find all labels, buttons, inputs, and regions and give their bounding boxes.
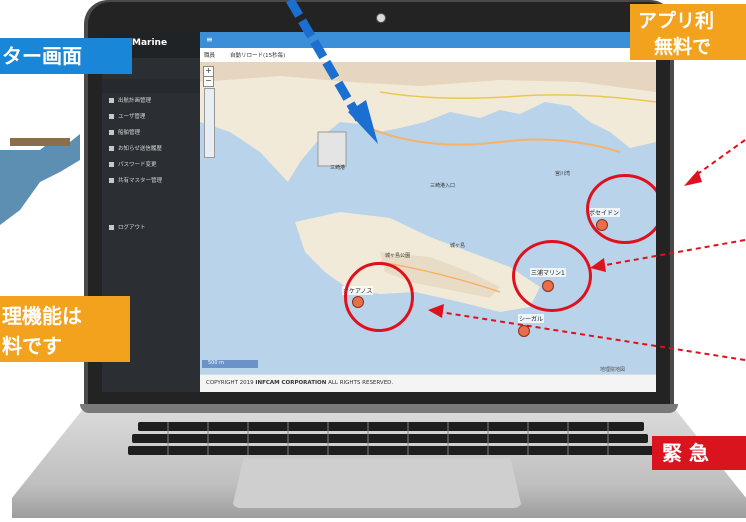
callout-line-2: 料です: [2, 334, 62, 358]
callout-line-2: 無料で: [654, 36, 712, 58]
callout-app-free: アプリ利 無料で: [630, 4, 746, 60]
callout-line-1: アプリ利: [638, 10, 715, 32]
callout-line-1: 理機能は: [2, 304, 82, 328]
callout-management-free: 理機能は 料です: [0, 296, 130, 362]
annotation-layer: [286, 0, 746, 361]
callout-emergency: 緊 急: [652, 436, 746, 470]
callout-monitor-screen: ター画面: [0, 38, 132, 74]
